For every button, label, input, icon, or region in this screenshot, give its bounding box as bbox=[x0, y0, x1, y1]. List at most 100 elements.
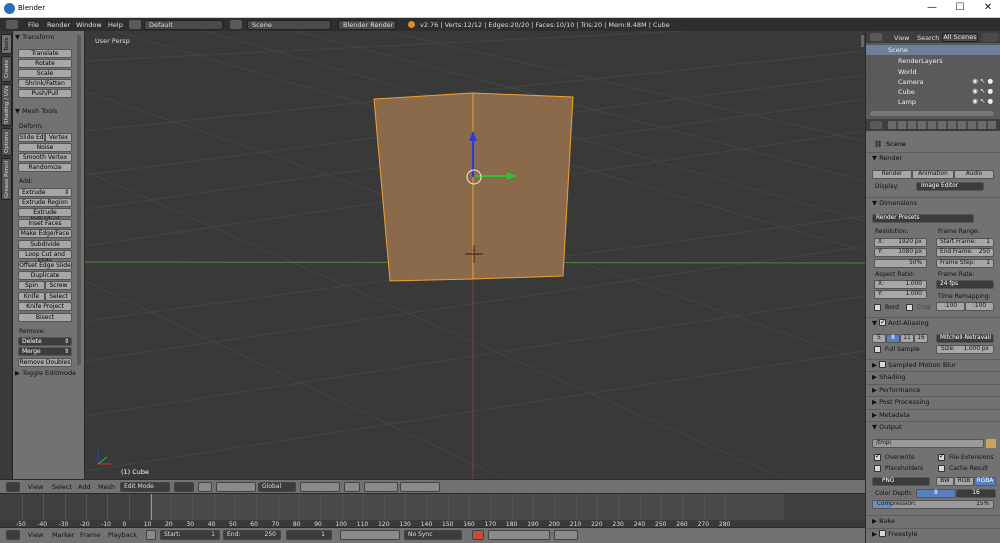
extrude-region-button[interactable]: Extrude Region bbox=[18, 198, 72, 207]
tab-grease-pencil[interactable]: Grease Pencil bbox=[1, 158, 12, 200]
duplicate-button[interactable]: Duplicate bbox=[18, 271, 72, 280]
knife-select-button[interactable]: Select bbox=[45, 292, 72, 301]
freestyle-panel-header[interactable]: ▶ Freestyle bbox=[866, 528, 1000, 540]
extrude-menu[interactable]: Extrude ⇕ bbox=[18, 188, 72, 197]
viewport-properties-toggle[interactable] bbox=[861, 35, 864, 47]
menu-add[interactable]: Add bbox=[78, 483, 91, 491]
bisect-button[interactable]: Bisect bbox=[18, 313, 72, 322]
tab-tools[interactable]: Tools bbox=[1, 34, 12, 54]
timeline-menu-marker[interactable]: Marker bbox=[52, 531, 74, 539]
pivot-icon[interactable] bbox=[198, 482, 212, 492]
post-processing-panel-header[interactable]: ▶ Post Processing bbox=[866, 396, 1000, 408]
menu-mesh[interactable]: Mesh bbox=[98, 483, 115, 491]
properties-context-tabs[interactable] bbox=[888, 121, 996, 129]
file-format-select[interactable]: PNG bbox=[872, 477, 930, 486]
snap-icons[interactable] bbox=[400, 482, 440, 492]
color-depth-8[interactable]: 8 bbox=[916, 489, 956, 498]
timeline-area[interactable]: -50 -40 -30 -20 -10 0 10 20 30 40 50 60 70 80 90 100 110… bbox=[0, 493, 865, 528]
shading-panel-header[interactable]: ▶ Shading bbox=[866, 371, 1000, 383]
display-select[interactable]: Image Editor bbox=[916, 182, 984, 191]
filter-size-field[interactable]: Size: 1.000 px bbox=[936, 345, 994, 354]
border-checkbox[interactable] bbox=[874, 304, 881, 311]
motion-blur-checkbox[interactable] bbox=[879, 361, 887, 368]
push-pull-button[interactable]: Push/Pull bbox=[18, 89, 72, 98]
transform-panel-header[interactable]: ▼ Transform bbox=[15, 33, 54, 41]
outliner-row-lamp[interactable]: Lamp ◉ ↖ ● bbox=[866, 97, 1000, 107]
3d-viewport[interactable]: User Persp (1) Cube bbox=[85, 31, 865, 479]
menu-window[interactable]: Window bbox=[76, 21, 102, 29]
render-presets-select[interactable]: Render Presets bbox=[872, 214, 974, 223]
file-extensions-checkbox[interactable] bbox=[938, 452, 945, 461]
layer-buttons[interactable] bbox=[300, 482, 340, 492]
rotate-button[interactable]: Rotate bbox=[18, 59, 72, 68]
timeline-menu-playback[interactable]: Playback bbox=[108, 531, 137, 539]
outliner-display-select[interactable]: All Scenes bbox=[942, 33, 978, 42]
screen-layout-field[interactable]: Default bbox=[144, 20, 223, 30]
color-mode-rgb[interactable]: RGB bbox=[954, 477, 974, 486]
mesh-tools-panel-header[interactable]: ▼ Mesh Tools bbox=[15, 107, 57, 115]
properties-editor-type-button[interactable] bbox=[870, 121, 882, 129]
keying-set-field[interactable] bbox=[488, 530, 550, 540]
outliner-row-world[interactable]: World bbox=[866, 67, 1000, 77]
screen-layout-icon[interactable] bbox=[129, 20, 141, 29]
compression-slider[interactable]: Compression: 15% bbox=[872, 500, 994, 509]
scene-icon[interactable] bbox=[230, 20, 242, 29]
render-image-button[interactable]: Render bbox=[872, 170, 912, 179]
outliner-row-scene[interactable]: Scene bbox=[866, 45, 1000, 55]
frame-step-field[interactable]: Frame Step: 1 bbox=[936, 259, 994, 268]
menu-file[interactable]: File bbox=[28, 21, 39, 29]
outliner-search-field[interactable] bbox=[982, 33, 998, 42]
timeline-menu-view[interactable]: View bbox=[28, 531, 43, 539]
spin-button[interactable]: Spin bbox=[18, 281, 45, 290]
outliner-view-menu[interactable]: View bbox=[894, 34, 909, 42]
anti-aliasing-checkbox[interactable] bbox=[879, 317, 887, 328]
menu-select[interactable]: Select bbox=[52, 483, 72, 491]
aa-filter-select[interactable]: Mitchell-Netravali bbox=[936, 334, 994, 343]
toggle-editmode-panel-header[interactable]: ▶ Toggle Editmode bbox=[15, 369, 76, 377]
record-icon[interactable] bbox=[472, 530, 484, 540]
manipulator-toggles[interactable] bbox=[216, 482, 256, 492]
outliner-row-renderlayers[interactable]: RenderLayers bbox=[866, 56, 1000, 66]
vertex-slide-button[interactable]: Vertex bbox=[45, 133, 72, 142]
aa-samples-8[interactable]: 8 bbox=[886, 334, 900, 343]
outliner-row-cube[interactable]: Cube ◉ ↖ ● bbox=[866, 87, 1000, 97]
maximize-button[interactable]: ☐ bbox=[950, 2, 970, 13]
slide-edge-button[interactable]: Slide Ed bbox=[18, 133, 45, 142]
color-mode-rgba[interactable]: RGBA bbox=[974, 477, 996, 486]
tool-shelf-scrollbar[interactable] bbox=[77, 35, 81, 365]
render-animation-button[interactable]: Animation bbox=[912, 170, 954, 179]
editor-type-icon[interactable] bbox=[6, 20, 18, 29]
aspect-y-field[interactable]: Y: 1.000 bbox=[874, 290, 927, 299]
folder-icon[interactable] bbox=[986, 439, 996, 448]
menu-view[interactable]: View bbox=[28, 483, 43, 491]
output-path-field[interactable]: /tmp\ bbox=[872, 439, 984, 448]
mode-select[interactable]: Edit Mode bbox=[120, 482, 170, 492]
menu-render[interactable]: Render bbox=[47, 21, 70, 29]
scene-field[interactable]: Scene bbox=[247, 20, 331, 30]
proportional-edit-icon[interactable] bbox=[344, 482, 360, 492]
start-frame-field[interactable]: Start Frame: 1 bbox=[936, 238, 994, 247]
knife-project-button[interactable]: Knife Project bbox=[18, 302, 72, 311]
preview-range-toggle[interactable] bbox=[146, 530, 156, 540]
smooth-vertex-button[interactable]: Smooth Vertex bbox=[18, 153, 72, 162]
outliner-scrollbar[interactable] bbox=[870, 111, 994, 116]
dimensions-panel-header[interactable]: ▼ Dimensions bbox=[866, 197, 1000, 209]
performance-panel-header[interactable]: ▶ Performance bbox=[866, 384, 1000, 396]
translate-button[interactable]: Translate bbox=[18, 49, 72, 58]
merge-menu[interactable]: Merge ⇕ bbox=[18, 347, 72, 356]
current-frame-field[interactable]: 1 bbox=[286, 530, 332, 540]
subdivide-button[interactable]: Subdivide bbox=[18, 240, 72, 249]
frame-rate-select[interactable]: 24 fps bbox=[936, 280, 994, 289]
tab-options[interactable]: Options bbox=[1, 128, 12, 156]
editor-type-button[interactable] bbox=[6, 482, 20, 492]
shading-select[interactable] bbox=[174, 482, 194, 492]
color-mode-bw[interactable]: BW bbox=[936, 477, 954, 486]
cache-result-checkbox[interactable] bbox=[938, 465, 945, 472]
end-frame-field[interactable]: End Frame: 250 bbox=[936, 248, 994, 257]
keyframe-icons[interactable] bbox=[554, 530, 578, 540]
time-remap-new-field[interactable]: :100 bbox=[965, 302, 994, 311]
camera-visibility-icon[interactable]: ◉ ↖ ● bbox=[972, 77, 993, 85]
placeholders-checkbox[interactable] bbox=[874, 465, 881, 472]
color-depth-16[interactable]: 16 bbox=[956, 489, 996, 498]
select-mode-icons[interactable] bbox=[364, 482, 398, 492]
